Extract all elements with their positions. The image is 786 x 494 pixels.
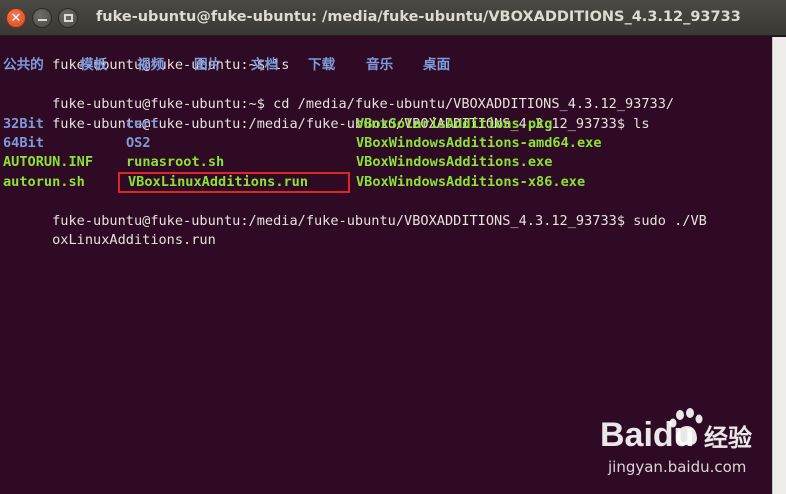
terminal-line: fuke-ubuntu@fuke-ubuntu:~$ ls (3, 37, 772, 73)
close-button[interactable]: ✕ (6, 8, 26, 28)
terminal-line: fuke-ubuntu@fuke-ubuntu:/media/fuke-ubun… (3, 192, 772, 229)
terminal-line: fuke-ubuntu@fuke-ubuntu:/media/fuke-ubun… (3, 95, 772, 132)
file-entry: VBoxWindowsAdditions-x86.exe (356, 173, 586, 190)
dir-entry: cert (126, 115, 159, 132)
dir-entry: 32Bit (3, 115, 44, 132)
file-entry: VBoxSolarisAdditions.pkg (356, 115, 553, 132)
file-entry: autorun.sh (3, 173, 85, 190)
file-entry: runasroot.sh (126, 154, 225, 171)
maximize-icon (63, 14, 73, 22)
minimize-icon (37, 19, 47, 21)
close-icon: ✕ (10, 10, 22, 26)
scrollbar[interactable] (772, 37, 786, 494)
dir-entry: 模板 (80, 57, 108, 74)
file-entry: VBoxWindowsAdditions.exe (356, 154, 553, 171)
home-dir-listing: 公共的 模板 视频 图片 文档 下载 音乐 桌面 (3, 56, 772, 75)
dir-entry: 音乐 (366, 57, 394, 74)
watermark-url: jingyan.baidu.com (608, 458, 747, 476)
dir-entry: 公共的 (3, 57, 44, 74)
terminal-window: ✕ fuke-ubuntu@fuke-ubuntu: /media/fuke-u… (0, 0, 786, 494)
file-listing-row: AUTORUN.INF runasroot.sh VBoxWindowsAddi… (3, 153, 772, 172)
dir-entry: 图片 (194, 57, 222, 74)
terminal-line: oxLinuxAdditions.run (3, 212, 772, 248)
brand-cn-text: 经验 (704, 424, 752, 452)
dir-entry: 64Bit (3, 134, 44, 151)
command-continuation-line: oxLinuxAdditions.run (52, 231, 216, 248)
file-entry: AUTORUN.INF (3, 154, 94, 171)
file-entry: VBoxWindowsAdditions-amd64.exe (356, 134, 602, 151)
baidu-jingyan-watermark: Baidu 经验 jingyan.baidu.com (596, 404, 766, 484)
dir-entry: 桌面 (423, 57, 451, 74)
dir-entry: 文档 (251, 57, 279, 74)
file-listing-row: 32Bit cert VBoxSolarisAdditions.pkg (3, 115, 772, 134)
minimize-button[interactable] (32, 8, 52, 28)
dir-entry: 视频 (137, 57, 165, 74)
dir-entry: 下载 (308, 57, 336, 74)
window-title: fuke-ubuntu@fuke-ubuntu: /media/fuke-ubu… (96, 9, 741, 25)
terminal-line: fuke-ubuntu@fuke-ubuntu:~$ cd /media/fuk… (3, 76, 772, 112)
maximize-button[interactable] (58, 8, 78, 28)
file-listing-row: 64Bit OS2 VBoxWindowsAdditions-amd64.exe (3, 134, 772, 153)
baidu-logo-icon: Baidu 经验 (600, 408, 752, 454)
dir-entry: OS2 (126, 134, 151, 151)
title-bar[interactable]: ✕ fuke-ubuntu@fuke-ubuntu: /media/fuke-u… (0, 0, 786, 36)
highlight-annotation-box (118, 172, 350, 193)
